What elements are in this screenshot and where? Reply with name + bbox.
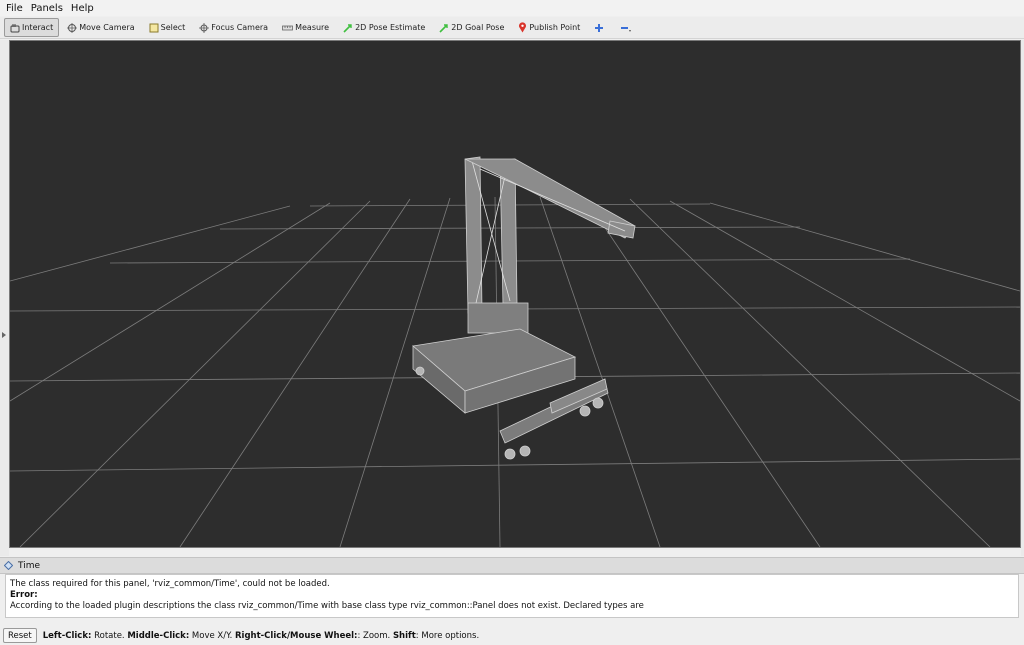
collapse-arrow-icon[interactable] [2, 332, 6, 338]
hint-key-middle-click: Middle-Click: [127, 630, 190, 641]
left-dock-splitter[interactable] [0, 40, 9, 556]
ruler-icon [282, 25, 293, 30]
pose-estimate-tool-button[interactable]: 2D Pose Estimate [337, 18, 431, 37]
pose-estimate-label: 2D Pose Estimate [355, 23, 426, 32]
time-panel-header[interactable]: Time [0, 557, 1024, 574]
measure-tool-button[interactable]: Measure [276, 18, 335, 37]
focus-camera-tool-button[interactable]: Focus Camera [193, 18, 274, 37]
select-tool-button[interactable]: Select [143, 18, 192, 37]
hint-value-more: : More options. [415, 630, 480, 641]
time-panel-title: Time [18, 560, 41, 571]
goal-pose-label: 2D Goal Pose [451, 23, 505, 32]
panel-diamond-icon [4, 561, 13, 570]
reset-button[interactable]: Reset [3, 628, 37, 643]
move-camera-icon [67, 22, 78, 33]
interact-tool-button[interactable]: Interact [4, 18, 60, 37]
time-panel-error-box: The class required for this panel, 'rviz… [5, 574, 1019, 618]
status-hint: Left-Click: Rotate. Middle-Click: Move X… [43, 631, 479, 641]
measure-label: Measure [295, 23, 330, 32]
error-details: According to the loaded plugin descripti… [10, 601, 644, 611]
add-tool-button[interactable] [588, 18, 612, 37]
panel-load-message: The class required for this panel, 'rviz… [10, 579, 330, 589]
map-pin-icon [519, 22, 527, 33]
hint-key-shift: Shift [392, 630, 416, 641]
hint-value-zoom: : Zoom. [357, 630, 393, 641]
hint-key-right-click: Right-Click/Mouse Wheel: [235, 630, 358, 641]
crosshair-icon [199, 22, 210, 33]
menu-file[interactable]: File [0, 3, 27, 14]
publish-point-label: Publish Point [529, 23, 581, 32]
move-camera-tool-button[interactable]: Move Camera [61, 18, 140, 37]
plus-icon [595, 23, 604, 32]
3d-scene[interactable] [10, 41, 1020, 547]
hint-key-left-click: Left-Click: [42, 630, 92, 641]
hand-icon [10, 23, 20, 32]
goal-pose-tool-button[interactable]: 2D Goal Pose [433, 18, 510, 37]
select-label: Select [160, 23, 186, 32]
tools-toolbar: Interact Move Camera Select Focus Camera… [0, 17, 1024, 39]
menu-bar: File Panels Help [0, 0, 1024, 16]
render-viewport[interactable] [9, 40, 1021, 548]
focus-camera-label: Focus Camera [211, 23, 269, 32]
hint-value-rotate: Rotate. [91, 630, 128, 641]
publish-point-tool-button[interactable]: Publish Point [512, 18, 586, 37]
error-label: Error: [10, 590, 38, 600]
green-arrow-icon [343, 23, 352, 33]
menu-panels[interactable]: Panels [27, 3, 67, 14]
hint-value-move: Move X/Y. [189, 630, 235, 641]
remove-tool-button[interactable] [614, 18, 640, 37]
robot-model [412, 156, 636, 460]
status-bar: Reset Left-Click: Rotate. Middle-Click: … [0, 626, 1024, 645]
interact-label: Interact [22, 23, 54, 32]
green-arrow-icon [439, 23, 448, 33]
minus-icon [621, 26, 632, 32]
menu-help[interactable]: Help [67, 3, 98, 14]
select-icon [149, 23, 159, 32]
move-camera-label: Move Camera [79, 23, 135, 32]
